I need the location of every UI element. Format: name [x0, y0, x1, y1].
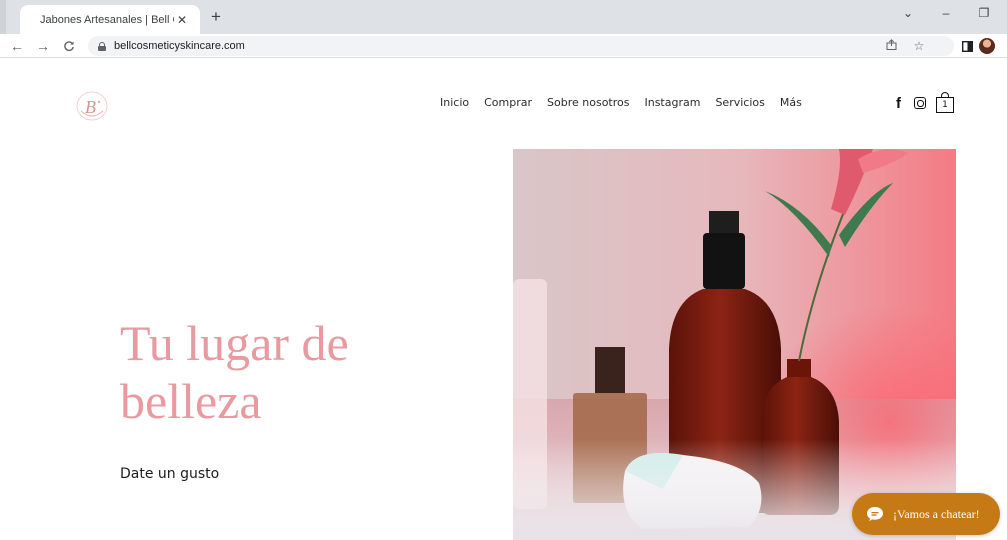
restore-button[interactable]: ❐	[975, 6, 993, 20]
svg-text:B: B	[85, 97, 96, 117]
browser-tabstrip: Jabones Artesanales | Bell Cosme ✕ + ⌄ –…	[0, 0, 1007, 34]
nav-item-servicios[interactable]: Servicios	[715, 96, 764, 109]
hero-photo	[513, 149, 956, 540]
address-bar[interactable]: bellcosmeticyskincare.com ☆	[88, 36, 954, 56]
tab-close-icon[interactable]: ✕	[174, 13, 190, 27]
side-panel-icon[interactable]	[958, 37, 976, 55]
reload-icon[interactable]	[60, 37, 78, 55]
window-controls: ⌄ – ❐	[899, 6, 993, 20]
star-icon[interactable]: ☆	[912, 39, 926, 53]
profile-avatar[interactable]	[979, 38, 995, 54]
share-icon[interactable]	[884, 39, 898, 53]
minimize-button[interactable]: –	[937, 6, 955, 20]
facebook-icon[interactable]: f	[896, 95, 904, 112]
hero-title-line2: belleza	[120, 373, 262, 429]
new-tab-button[interactable]: +	[206, 8, 226, 28]
nav-item-sobre-nosotros[interactable]: Sobre nosotros	[547, 96, 629, 109]
omnibox-actions: ☆	[884, 39, 926, 53]
main-nav: Inicio Comprar Sobre nosotros Instagram …	[440, 96, 802, 109]
chat-label: ¡Vamos a chatear!	[893, 506, 980, 521]
url-text[interactable]: bellcosmeticyskincare.com	[114, 40, 245, 52]
instagram-icon[interactable]	[914, 97, 926, 109]
cart-button[interactable]: 1	[936, 92, 954, 114]
lock-icon[interactable]	[98, 41, 106, 51]
nav-item-mas[interactable]: Más	[780, 96, 802, 109]
hero-subtitle: Date un gusto	[120, 466, 220, 482]
browser-toolbar: ← → bellcosmeticyskincare.com ☆	[0, 34, 1007, 58]
nav-item-instagram[interactable]: Instagram	[644, 96, 700, 109]
forward-arrow-icon[interactable]: →	[34, 37, 52, 55]
chat-bubble-icon	[866, 506, 884, 522]
social-links: f 1	[896, 92, 954, 114]
hero-title-line1: Tu lugar de	[120, 315, 349, 371]
cart-count: 1	[936, 97, 954, 113]
tab-title: Jabones Artesanales | Bell Cosme	[40, 13, 174, 26]
back-arrow-icon[interactable]: ←	[8, 37, 26, 55]
browser-tab[interactable]: Jabones Artesanales | Bell Cosme ✕	[20, 5, 200, 34]
tabstrip-edge	[0, 0, 6, 34]
chat-button[interactable]: ¡Vamos a chatear!	[852, 493, 1000, 535]
hero-title: Tu lugar de belleza	[120, 314, 450, 430]
website: B Inicio Comprar Sobre nosotros Instagra…	[0, 59, 1007, 540]
nav-item-inicio[interactable]: Inicio	[440, 96, 469, 109]
tab-search-dropdown-icon[interactable]: ⌄	[899, 6, 917, 20]
brand-logo[interactable]: B	[74, 89, 110, 123]
nav-item-comprar[interactable]: Comprar	[484, 96, 532, 109]
